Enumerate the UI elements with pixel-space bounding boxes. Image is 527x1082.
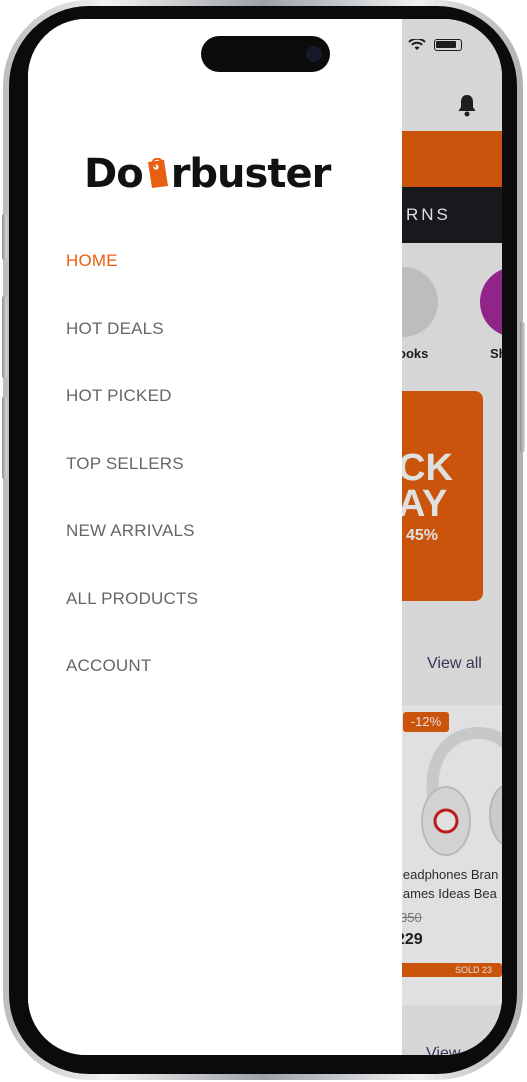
menu-item-all-products[interactable]: ALL PRODUCTS (66, 589, 198, 609)
volume-up-button (2, 296, 7, 378)
logo-text-left: Do (84, 151, 144, 197)
doorbuster-logo: Do rbuster (84, 150, 332, 198)
logo-text-right: rbuster (170, 151, 332, 197)
menu-item-new-arrivals[interactable]: NEW ARRIVALS (66, 521, 195, 541)
screen: RNS ooks Sh CK AY 45% View all -12% lead… (28, 19, 502, 1055)
menu-item-hot-deals[interactable]: HOT DEALS (66, 319, 164, 339)
power-button (520, 322, 525, 452)
action-button (2, 214, 7, 260)
dynamic-island (201, 36, 330, 72)
tag-icon (147, 158, 168, 188)
menu-item-top-sellers[interactable]: TOP SELLERS (66, 454, 184, 474)
menu-item-home[interactable]: HOME (66, 251, 118, 271)
volume-down-button (2, 397, 7, 479)
menu-item-account[interactable]: ACCOUNT (66, 656, 151, 676)
camera-icon (306, 46, 322, 62)
menu-item-hot-picked[interactable]: HOT PICKED (66, 386, 172, 406)
navigation-drawer: Do rbuster HOME HOT DEALS HOT PICKED TOP… (28, 19, 402, 1055)
